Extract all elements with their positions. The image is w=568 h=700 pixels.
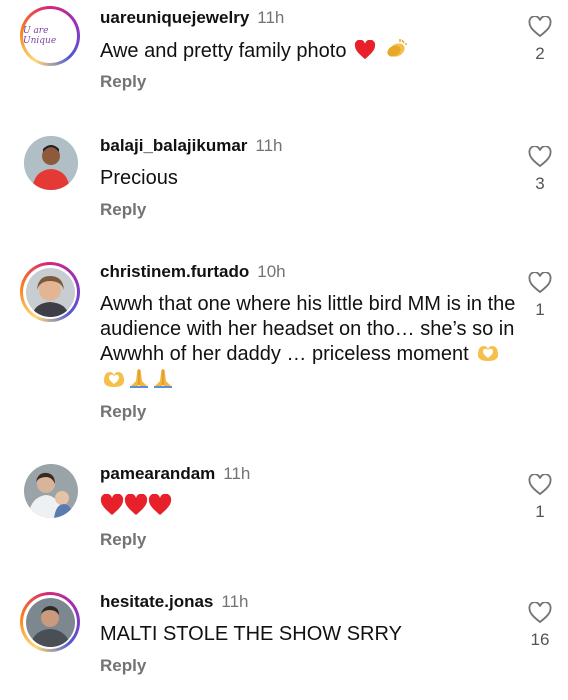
comment-time: 11h: [223, 464, 251, 483]
folded-hands-icon: [130, 369, 148, 388]
like-button[interactable]: 16: [520, 602, 560, 650]
comment-item: U are Unique uareuniquejewelry 11h Awe an…: [0, 0, 568, 110]
comment-item: christinem.furtado 10h Awwh that one wher…: [0, 256, 568, 436]
comment-username[interactable]: christinem.furtado: [100, 262, 249, 281]
comment-text: Precious: [100, 167, 178, 189]
comment-time: 11h: [257, 8, 285, 27]
like-count: 2: [535, 44, 545, 63]
reply-button[interactable]: Reply: [100, 530, 146, 550]
like-count: 1: [535, 300, 545, 319]
reply-button[interactable]: Reply: [100, 72, 146, 92]
comment-text: Awe and pretty family photo: [100, 40, 347, 62]
comment-username[interactable]: hesitate.jonas: [100, 592, 213, 611]
like-button[interactable]: 1: [520, 272, 560, 320]
avatar-logo-text: U are Unique: [23, 26, 57, 46]
folded-hands-icon: [154, 369, 172, 388]
avatar[interactable]: [24, 464, 78, 518]
clapping-hands-icon: [387, 39, 407, 57]
comment-item: balaji_balajikumar 11h Precious Reply 3: [0, 130, 568, 240]
avatar-photo: [24, 464, 78, 518]
avatar-photo: [25, 267, 75, 317]
reply-button[interactable]: Reply: [100, 656, 146, 676]
comment-time: 11h: [255, 136, 283, 155]
avatar-photo: [25, 597, 75, 647]
comment-text: Awwh that one where his little bird MM i…: [100, 293, 516, 365]
avatar[interactable]: [24, 136, 78, 190]
avatar[interactable]: [20, 262, 80, 322]
comment-username[interactable]: balaji_balajikumar: [100, 136, 247, 155]
comment-text: MALTI STOLE THE SHOW SRRY: [100, 623, 402, 645]
reply-button[interactable]: Reply: [100, 200, 146, 220]
like-button[interactable]: 1: [520, 474, 560, 522]
avatar[interactable]: [20, 592, 80, 652]
like-count: 16: [530, 630, 550, 649]
red-heart-icon: [354, 40, 376, 60]
heart-outline-icon: [528, 146, 552, 168]
comment-username[interactable]: pamearandam: [100, 464, 215, 483]
heart-hands-icon: [478, 346, 499, 361]
heart-hands-icon: [104, 372, 124, 387]
red-heart-icon: [100, 494, 124, 515]
red-heart-icon: [124, 494, 148, 515]
like-button[interactable]: 3: [520, 146, 560, 194]
like-count: 1: [535, 502, 545, 521]
avatar-photo: [24, 136, 78, 190]
heart-outline-icon: [528, 272, 552, 294]
comment-item: hesitate.jonas 11h MALTI STOLE THE SHOW S…: [0, 586, 568, 696]
comment-time: 11h: [221, 592, 249, 611]
avatar[interactable]: U are Unique: [20, 6, 80, 66]
like-button[interactable]: 2: [520, 16, 560, 64]
comment-item: pamearandam 11h Reply 1: [0, 458, 568, 558]
heart-outline-icon: [528, 16, 552, 38]
comment-username[interactable]: uareuniquejewelry: [100, 8, 249, 27]
comment-time: 10h: [257, 262, 286, 281]
heart-outline-icon: [528, 602, 552, 624]
red-heart-icon: [148, 494, 172, 515]
like-count: 3: [535, 174, 545, 193]
reply-button[interactable]: Reply: [100, 402, 146, 422]
heart-outline-icon: [528, 474, 552, 496]
